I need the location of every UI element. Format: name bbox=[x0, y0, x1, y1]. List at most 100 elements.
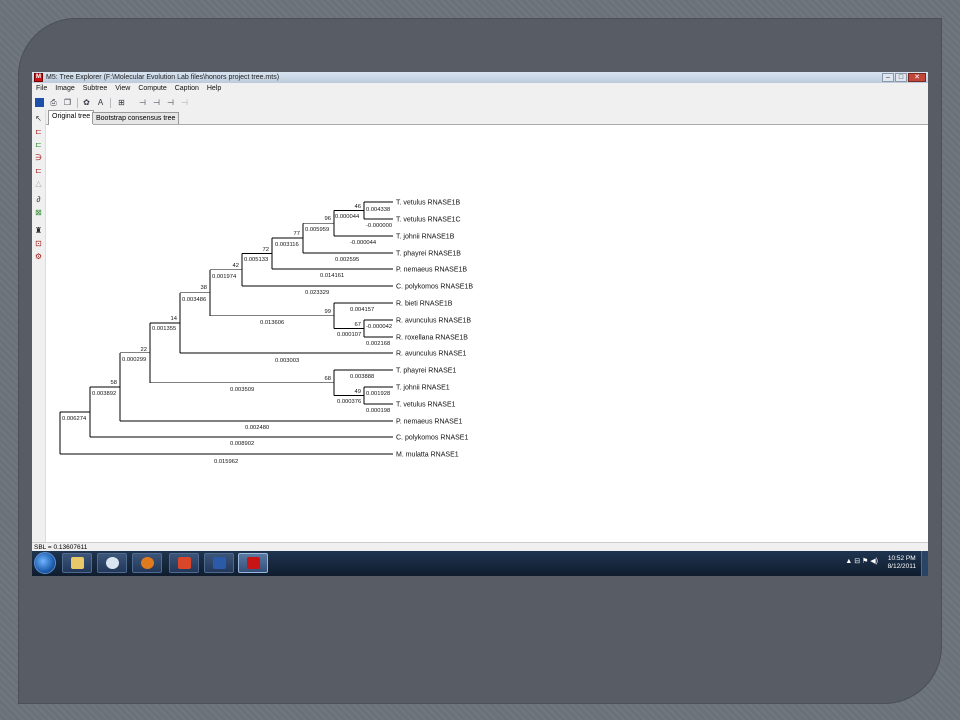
mega-tree-explorer-window: M5: Tree Explorer (F:\Molecular Evolutio… bbox=[32, 72, 928, 576]
branch-length-label: 0.002168 bbox=[366, 341, 390, 347]
bootstrap-value: 77 bbox=[294, 231, 300, 237]
taxon-label: C. polykomos RNASE1B bbox=[396, 284, 473, 291]
bootstrap-value: 42 bbox=[233, 263, 239, 269]
mega-app-icon[interactable] bbox=[34, 72, 43, 83]
radiation-tree-icon[interactable]: ⊣ bbox=[180, 98, 189, 107]
bootstrap-value: 96 bbox=[325, 216, 331, 222]
draw-subtree-icon[interactable]: △ bbox=[34, 180, 43, 188]
branch-length-label: 0.001974 bbox=[212, 274, 237, 280]
compress-subtree-icon[interactable]: ∋ bbox=[34, 154, 43, 162]
branch-length-label: 0.015962 bbox=[214, 459, 238, 465]
taxon-label: T. vetulus RNASE1C bbox=[396, 217, 461, 224]
branch-length-label: 0.005959 bbox=[305, 227, 329, 233]
menu-view[interactable]: View bbox=[111, 83, 134, 95]
taxon-label: T. johnii RNASE1 bbox=[396, 385, 450, 392]
branch-length-label: 0.003509 bbox=[230, 387, 254, 393]
phylogenetic-tree: T. vetulus RNASE1B T. vetulus RNASE1C T. j… bbox=[59, 200, 473, 465]
clock-time: 10:52 PM bbox=[887, 555, 916, 562]
show-subtree-icon[interactable]: ∂ bbox=[34, 196, 43, 204]
tab-bootstrap-consensus-tree[interactable]: Bootstrap consensus tree bbox=[92, 112, 180, 124]
branch-length-label: 0.004157 bbox=[350, 307, 374, 313]
powerpoint-taskbar-button[interactable] bbox=[169, 553, 199, 573]
menu-bar: File Image Subtree View Compute Caption Help bbox=[32, 83, 928, 95]
menu-subtree[interactable]: Subtree bbox=[79, 83, 112, 95]
clock-date: 8/12/2011 bbox=[887, 563, 916, 570]
taxon-label: P. nemaeus RNASE1 bbox=[396, 419, 463, 426]
branch-length-label: 0.014161 bbox=[320, 273, 344, 279]
flip-subtree-icon[interactable]: ⊏ bbox=[34, 141, 43, 149]
bootstrap-value: 72 bbox=[263, 247, 269, 253]
menu-compute[interactable]: Compute bbox=[134, 83, 170, 95]
branch-length-label: 0.000107 bbox=[337, 332, 361, 338]
firefox-taskbar-button[interactable] bbox=[132, 553, 162, 573]
copy-icon[interactable]: ❐ bbox=[63, 98, 72, 107]
bootstrap-value: 68 bbox=[325, 376, 331, 382]
branch-length-label: 0.003116 bbox=[275, 242, 299, 248]
pointer-icon[interactable]: ↖ bbox=[34, 115, 43, 123]
branch-length-label: 0.003892 bbox=[92, 391, 116, 397]
clock[interactable]: 10:52 PM 8/12/2011 bbox=[888, 555, 916, 571]
branch-length-label: 0.005133 bbox=[244, 257, 268, 263]
rectangular-tree-icon[interactable]: ⊣ bbox=[138, 98, 147, 107]
subtree-image-icon[interactable]: ⊠ bbox=[34, 209, 43, 217]
branch-length-label: 0.008902 bbox=[230, 441, 254, 447]
save-icon[interactable] bbox=[35, 98, 44, 107]
taxon-label: R. avunculus RNASE1 bbox=[396, 351, 467, 358]
taxon-label: R. avunculus RNASE1B bbox=[396, 318, 471, 325]
toolbar-separator bbox=[110, 98, 111, 108]
find-icon[interactable]: ♜ bbox=[34, 227, 43, 235]
mega-taskbar-button[interactable] bbox=[238, 553, 268, 573]
branch-length-label: -0.000042 bbox=[366, 324, 392, 330]
taxon-label: R. bieti RNASE1B bbox=[396, 301, 453, 308]
taxon-label: P. nemaeus RNASE1B bbox=[396, 267, 467, 274]
bootstrap-value: 22 bbox=[141, 347, 147, 353]
taxon-label: T. vetulus RNASE1B bbox=[396, 200, 461, 207]
taxon-label: M. mulatta RNASE1 bbox=[396, 452, 459, 459]
tree-canvas[interactable]: T. vetulus RNASE1B T. vetulus RNASE1C T. j… bbox=[46, 125, 928, 542]
start-button[interactable] bbox=[34, 552, 56, 574]
branch-length-label: 0.000198 bbox=[366, 408, 390, 414]
bootstrap-value: 99 bbox=[325, 309, 331, 315]
bootstrap-value: 58 bbox=[111, 380, 117, 386]
menu-caption[interactable]: Caption bbox=[171, 83, 203, 95]
tree-options-icon[interactable]: ✿ bbox=[82, 98, 91, 107]
maximize-button[interactable]: □ bbox=[895, 73, 907, 82]
branch-length-label: 0.000044 bbox=[335, 214, 360, 220]
branch-length-label: 0.002595 bbox=[335, 257, 359, 263]
toolbar-separator bbox=[77, 98, 78, 108]
branch-length-label: 0.004338 bbox=[366, 207, 390, 213]
show-desktop-button[interactable] bbox=[921, 551, 928, 576]
tree-style-icon[interactable]: ⊞ bbox=[117, 98, 126, 107]
window-controls: – □ ✕ bbox=[881, 72, 926, 82]
title-bar[interactable]: M5: Tree Explorer (F:\Molecular Evolutio… bbox=[32, 72, 928, 83]
swap-subtree-icon[interactable]: ⊏ bbox=[34, 167, 43, 175]
font-icon[interactable]: A bbox=[96, 98, 105, 107]
menu-image[interactable]: Image bbox=[51, 83, 78, 95]
branch-length-label: 0.006274 bbox=[62, 416, 87, 422]
system-tray[interactable]: ▲ ⊟ ⚑ ◀) bbox=[845, 557, 878, 565]
options-icon[interactable]: ⚙ bbox=[34, 253, 43, 261]
tab-strip: Original tree Bootstrap consensus tree bbox=[46, 110, 928, 125]
windows-taskbar: ▲ ⊟ ⚑ ◀) 10:52 PM 8/12/2011 bbox=[32, 551, 928, 576]
place-root-icon[interactable]: ⊏ bbox=[34, 128, 43, 136]
branch-length-label: 0.003003 bbox=[275, 358, 299, 364]
bootstrap-value: 49 bbox=[355, 389, 361, 395]
taxon-label: T. vetulus RNASE1 bbox=[396, 402, 456, 409]
minimize-button[interactable]: – bbox=[882, 73, 894, 82]
print-icon[interactable]: ⎙ bbox=[49, 98, 58, 107]
sbl-value: SBL = 0.13607611 bbox=[34, 544, 88, 551]
zoom-icon[interactable]: ⊡ bbox=[34, 240, 43, 248]
bootstrap-value: 14 bbox=[171, 316, 178, 322]
explorer-taskbar-button[interactable] bbox=[62, 553, 92, 573]
curved-tree-icon[interactable]: ⊣ bbox=[166, 98, 175, 107]
close-button[interactable]: ✕ bbox=[908, 73, 926, 82]
straight-tree-icon[interactable]: ⊣ bbox=[152, 98, 161, 107]
taxon-label: T. phayrei RNASE1B bbox=[396, 251, 461, 258]
word-taskbar-button[interactable] bbox=[204, 553, 234, 573]
branch-length-label: 0.002480 bbox=[245, 425, 269, 431]
security-taskbar-button[interactable] bbox=[97, 553, 127, 573]
tab-original-tree[interactable]: Original tree bbox=[48, 110, 95, 125]
window-title: M5: Tree Explorer (F:\Molecular Evolutio… bbox=[46, 74, 280, 81]
menu-file[interactable]: File bbox=[32, 83, 51, 95]
menu-help[interactable]: Help bbox=[203, 83, 225, 95]
